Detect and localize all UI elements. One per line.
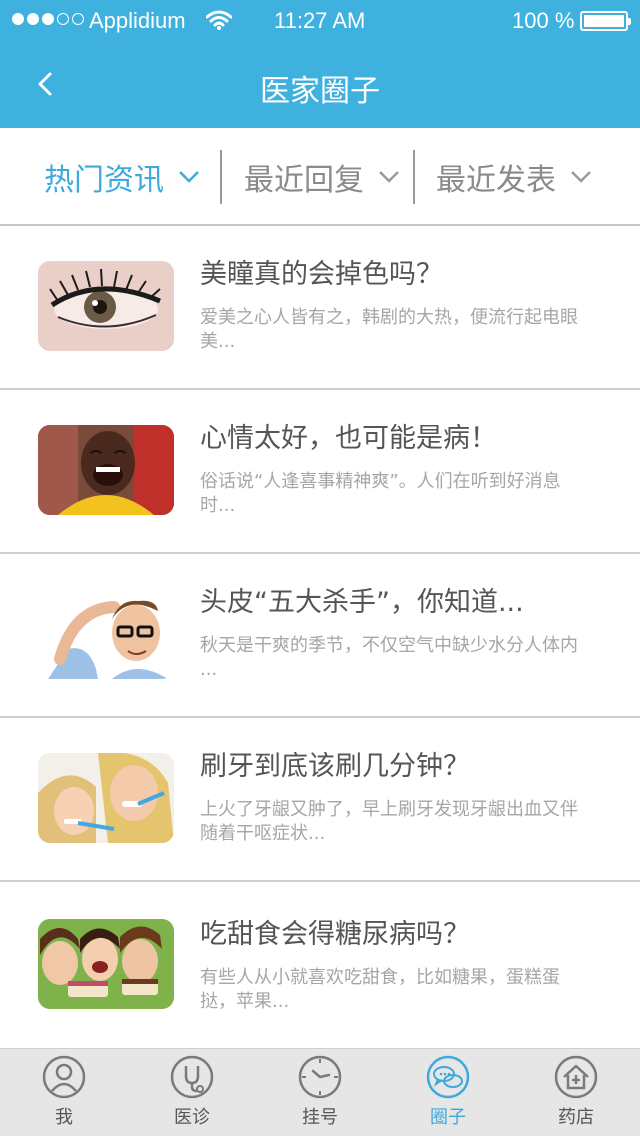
tabbar-label: 圈子	[430, 1107, 466, 1128]
chevron-down-icon	[379, 171, 399, 183]
wifi-icon	[206, 10, 232, 30]
list-item[interactable]: 美瞳真的会掉色吗？ 爱美之心人皆有之，韩剧的大热，便流行起电眼美...	[0, 226, 640, 390]
list-item[interactable]: 刷牙到底该刷几分钟？ 上火了牙龈又肿了，早上刷牙发现牙龈出血又伴随着干呕症状..…	[0, 718, 640, 882]
tab-label: 最近回复	[244, 163, 364, 198]
pharmacy-house-icon	[554, 1055, 598, 1099]
tab-label: 热门资讯	[44, 163, 164, 198]
article-title: 头皮“五大杀手”，你知道...	[200, 587, 524, 618]
tabbar-item-me[interactable]: 我	[0, 1049, 128, 1136]
tabbar-item-diagnosis[interactable]: 医诊	[128, 1049, 256, 1136]
tabbar-label: 药店	[558, 1107, 594, 1128]
article-title: 心情太好，也可能是病！	[200, 423, 497, 454]
list-item[interactable]: 头皮“五大杀手”，你知道... 秋天是干爽的季节，不仅空气中缺少水分人体内 ..…	[0, 554, 640, 718]
tabbar-label: 我	[55, 1107, 73, 1128]
battery-level	[584, 15, 624, 27]
article-title: 刷牙到底该刷几分钟？	[200, 751, 470, 782]
article-summary: 有些人从小就喜欢吃甜食，比如糖果，蛋糕蛋挞，苹果...	[200, 967, 560, 1012]
article-thumbnail-man-scratching-head	[38, 589, 174, 679]
chat-bubbles-icon	[426, 1055, 470, 1099]
stethoscope-icon	[170, 1055, 214, 1099]
article-thumbnail-laughing-man	[38, 425, 174, 515]
article-thumbnail-mother-child-brushing	[38, 753, 174, 843]
tab-divider	[413, 150, 415, 204]
tab-divider	[220, 150, 222, 204]
person-icon	[42, 1055, 86, 1099]
list-item[interactable]: 心情太好，也可能是病！ 俗话说“人逢喜事精神爽”。人们在听到好消息时...	[0, 390, 640, 554]
article-summary: 俗话说“人逢喜事精神爽”。人们在听到好消息时...	[200, 471, 561, 516]
tabbar-item-pharmacy[interactable]: 药店	[512, 1049, 640, 1136]
tab-recent-posts[interactable]: 最近发表	[436, 150, 592, 204]
navigation-bar: 医家圈子	[0, 40, 640, 128]
article-thumbnail-women-eating-cake	[38, 919, 174, 1009]
status-bar: Applidium 11:27 AM 100 %	[0, 0, 640, 40]
tabbar-item-registration[interactable]: 挂号	[256, 1049, 384, 1136]
filter-tabs: 热门资讯 最近回复 最近发表	[0, 128, 640, 226]
battery-percentage: 100 %	[512, 8, 575, 33]
chevron-down-icon	[571, 171, 591, 183]
article-title: 吃甜食会得糖尿病吗？	[200, 919, 470, 950]
article-list: 美瞳真的会掉色吗？ 爱美之心人皆有之，韩剧的大热，便流行起电眼美... 心情太好…	[0, 226, 640, 1048]
article-thumbnail-eye	[38, 261, 174, 351]
app-header: Applidium 11:27 AM 100 % 医家圈子	[0, 0, 640, 128]
article-title: 美瞳真的会掉色吗？	[200, 259, 443, 290]
tab-hot-news[interactable]: 热门资讯	[44, 150, 200, 204]
tabbar-item-circle[interactable]: 圈子	[384, 1049, 512, 1136]
battery-icon	[580, 11, 631, 31]
list-item[interactable]: 吃甜食会得糖尿病吗？ 有些人从小就喜欢吃甜食，比如糖果，蛋糕蛋挞，苹果...	[0, 882, 640, 1048]
chevron-down-icon	[179, 171, 199, 183]
article-summary: 上火了牙龈又肿了，早上刷牙发现牙龈出血又伴随着干呕症状...	[200, 799, 578, 844]
signal-strength-icon	[12, 13, 84, 25]
bottom-tab-bar: 我 医诊 挂号 圈子 药店	[0, 1048, 640, 1136]
status-time: 11:27 AM	[274, 8, 366, 33]
tab-label: 最近发表	[436, 163, 556, 198]
article-summary: 秋天是干爽的季节，不仅空气中缺少水分人体内 ...	[200, 635, 578, 680]
tabbar-label: 挂号	[302, 1107, 338, 1128]
carrier-name: Applidium	[89, 8, 186, 33]
tabbar-label: 医诊	[174, 1107, 210, 1128]
article-summary: 爱美之心人皆有之，韩剧的大热，便流行起电眼美...	[200, 307, 578, 352]
tab-recent-replies[interactable]: 最近回复	[244, 150, 400, 204]
page-title: 医家圈子	[260, 74, 380, 109]
clock-icon	[298, 1055, 342, 1099]
